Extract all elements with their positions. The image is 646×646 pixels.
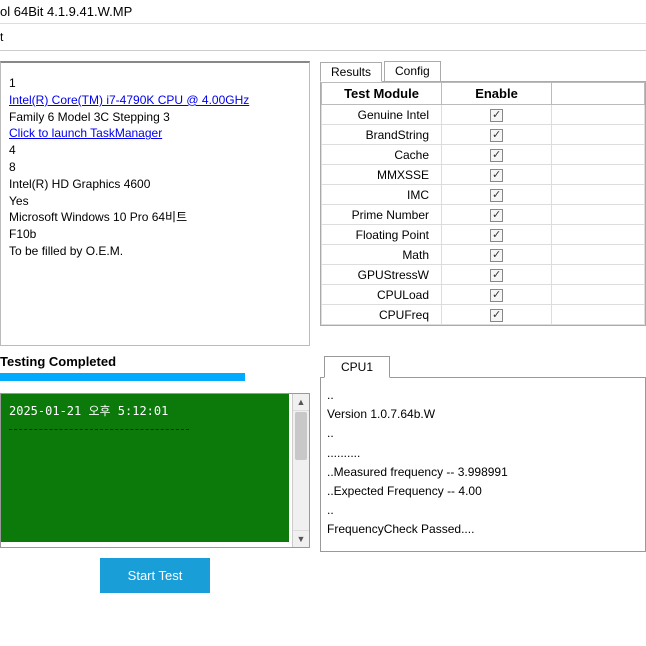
tab-cpu1[interactable]: CPU1 bbox=[324, 356, 390, 378]
enable-checkbox[interactable] bbox=[490, 269, 503, 282]
row-name: IMC bbox=[322, 185, 442, 205]
cpu-out-version: Version 1.0.7.64b.W bbox=[327, 405, 639, 424]
cpu-output-panel: .. Version 1.0.7.64b.W .. .......... ..M… bbox=[320, 377, 646, 552]
row-name: BrandString bbox=[322, 125, 442, 145]
cpu-out-line: .. bbox=[327, 386, 639, 405]
enable-checkbox[interactable] bbox=[490, 289, 503, 302]
row-name: GPUStressW bbox=[322, 265, 442, 285]
module-table-panel: Test Module Enable Genuine Intel BrandSt… bbox=[320, 82, 646, 326]
console-scrollbar[interactable]: ▲ ▼ bbox=[292, 394, 309, 547]
cpu-family: Family 6 Model 3C Stepping 3 bbox=[9, 109, 301, 126]
window-title: ol 64Bit 4.1.9.41.W.MP bbox=[0, 0, 646, 24]
module-table: Test Module Enable Genuine Intel BrandSt… bbox=[321, 82, 645, 325]
row-name: CPUFreq bbox=[322, 305, 442, 325]
info-threads: 8 bbox=[9, 159, 301, 176]
console-divider bbox=[9, 429, 189, 430]
enable-checkbox[interactable] bbox=[490, 249, 503, 262]
row-name: Genuine Intel bbox=[322, 105, 442, 125]
cpu-name-link[interactable]: Intel(R) Core(TM) i7-4790K CPU @ 4.00GHz bbox=[9, 93, 249, 107]
row-name: Floating Point bbox=[322, 225, 442, 245]
results-tabstrip: Results Config bbox=[320, 61, 646, 82]
cpu-out-passed: FrequencyCheck Passed.... bbox=[327, 520, 639, 539]
console-date: 2025-01-21 오후 5:12:01 bbox=[9, 402, 281, 419]
status-label: Testing Completed bbox=[0, 354, 310, 369]
col-test-module: Test Module bbox=[322, 83, 442, 105]
info-cores: 4 bbox=[9, 142, 301, 159]
cpu-out-line: .......... bbox=[327, 444, 639, 463]
enable-checkbox[interactable] bbox=[490, 169, 503, 182]
tab-results[interactable]: Results bbox=[320, 62, 382, 82]
row-name: Math bbox=[322, 245, 442, 265]
info-physical: 1 bbox=[9, 75, 301, 92]
enable-checkbox[interactable] bbox=[490, 189, 503, 202]
row-name: CPULoad bbox=[322, 285, 442, 305]
cpu-out-line: .. bbox=[327, 501, 639, 520]
enable-checkbox[interactable] bbox=[490, 109, 503, 122]
cpu-out-expected: ..Expected Frequency -- 4.00 bbox=[327, 482, 639, 501]
col-blank bbox=[552, 83, 645, 105]
gpu-name: Intel(R) HD Graphics 4600 bbox=[9, 176, 301, 193]
start-test-button[interactable]: Start Test bbox=[100, 558, 211, 593]
enable-checkbox[interactable] bbox=[490, 129, 503, 142]
scroll-up-icon[interactable]: ▲ bbox=[293, 394, 309, 411]
enable-checkbox[interactable] bbox=[490, 149, 503, 162]
launch-taskmanager-link[interactable]: Click to launch TaskManager bbox=[9, 126, 162, 140]
progress-bar bbox=[0, 373, 245, 381]
enable-checkbox[interactable] bbox=[490, 209, 503, 222]
info-yes: Yes bbox=[9, 193, 301, 210]
cpu-out-measured: ..Measured frequency -- 3.998991 bbox=[327, 463, 639, 482]
bios-version: F10b bbox=[9, 226, 301, 243]
enable-checkbox[interactable] bbox=[490, 229, 503, 242]
enable-checkbox[interactable] bbox=[490, 309, 503, 322]
scroll-down-icon[interactable]: ▼ bbox=[293, 530, 309, 547]
cpu-tabstrip: CPU1 bbox=[324, 356, 646, 378]
system-info-panel: 1 Intel(R) Core(TM) i7-4790K CPU @ 4.00G… bbox=[0, 61, 310, 346]
os-name: Microsoft Windows 10 Pro 64비트 bbox=[9, 209, 301, 226]
cpu-out-line: .. bbox=[327, 424, 639, 443]
scroll-thumb[interactable] bbox=[295, 412, 307, 460]
tab-config[interactable]: Config bbox=[384, 61, 441, 81]
toolbar-fragment: t bbox=[0, 24, 646, 51]
row-name: Cache bbox=[322, 145, 442, 165]
console-output: 2025-01-21 오후 5:12:01 bbox=[1, 394, 289, 542]
row-name: MMXSSE bbox=[322, 165, 442, 185]
console-panel: 2025-01-21 오후 5:12:01 ▲ ▼ bbox=[0, 393, 310, 548]
col-enable: Enable bbox=[442, 83, 552, 105]
row-name: Prime Number bbox=[322, 205, 442, 225]
oem-string: To be filled by O.E.M. bbox=[9, 243, 301, 260]
